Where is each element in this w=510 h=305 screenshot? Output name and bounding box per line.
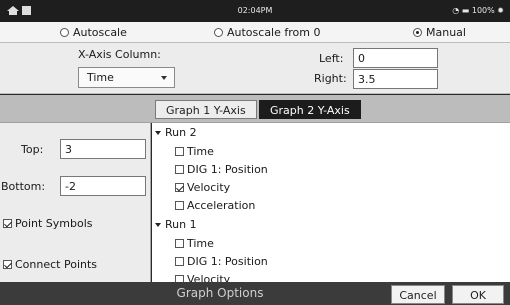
radio-autoscale-from-0[interactable]: Autoscale from 0 xyxy=(214,26,320,39)
checkbox[interactable] xyxy=(175,165,184,174)
run-1-label: Run 1 xyxy=(165,218,197,231)
run-2-time-item[interactable]: Time xyxy=(175,145,214,158)
ok-button[interactable]: OK xyxy=(452,285,504,304)
top-input[interactable]: 3 xyxy=(60,139,146,159)
connect-points-option[interactable]: Connect Points xyxy=(3,258,97,271)
item-label: DIG 1: Position xyxy=(187,163,268,176)
battery-icon: ▬ xyxy=(461,6,470,15)
tab-graph-2-y-axis[interactable]: Graph 2 Y-Axis xyxy=(259,100,361,119)
connect-points-label: Connect Points xyxy=(15,258,98,271)
x-axis-settings: X-Axis Column: Time Left: 0 Right: 3.5 xyxy=(0,43,510,94)
x-axis-column-select[interactable]: Time xyxy=(78,67,175,88)
run-2-velocity-item[interactable]: Velocity xyxy=(175,181,230,194)
point-symbols-checkbox[interactable] xyxy=(3,219,12,228)
tree-run-2[interactable]: Run 2 xyxy=(155,126,197,139)
left-input[interactable]: 0 xyxy=(353,48,438,68)
gear-icon: ✹ xyxy=(497,6,504,15)
y-axis-settings: Top: 3 Bottom: -2 Point Symbols Connect … xyxy=(0,123,151,282)
checkbox[interactable] xyxy=(175,257,184,266)
checkbox[interactable] xyxy=(175,275,184,282)
item-label: Acceleration xyxy=(187,199,256,212)
radio-autoscale-label: Autoscale xyxy=(73,26,127,39)
run-column-tree: Run 2 Time DIG 1: Position Velocity Acce… xyxy=(152,123,510,282)
left-label: Left: xyxy=(319,52,344,65)
checkbox[interactable] xyxy=(175,239,184,248)
checkbox[interactable] xyxy=(175,147,184,156)
radio-autoscale-from-0-label: Autoscale from 0 xyxy=(227,26,321,39)
x-axis-column-label: X-Axis Column: xyxy=(78,48,161,61)
radio-circle[interactable] xyxy=(214,28,223,37)
run-2-position-item[interactable]: DIG 1: Position xyxy=(175,163,268,176)
item-label: Velocity xyxy=(187,273,231,282)
chevron-down-icon xyxy=(161,76,167,80)
x-axis-column-value: Time xyxy=(87,71,114,84)
radio-circle[interactable] xyxy=(60,28,69,37)
tab-graph-1-y-axis[interactable]: Graph 1 Y-Axis xyxy=(155,100,257,119)
radio-manual-label: Manual xyxy=(426,26,466,39)
item-label: Velocity xyxy=(187,181,231,194)
item-label: DIG 1: Position xyxy=(187,255,268,268)
wifi-icon: ◔ xyxy=(452,6,460,15)
item-label: Time xyxy=(187,237,214,250)
battery-status: ◔ ▬ 100% ✹ xyxy=(452,6,504,15)
caret-down-icon[interactable] xyxy=(155,130,161,135)
item-label: Time xyxy=(187,145,214,158)
dialog-title: Graph Options xyxy=(176,286,264,300)
radio-circle-selected[interactable] xyxy=(413,28,422,37)
right-label: Right: xyxy=(314,72,347,85)
bottom-label: Bottom: xyxy=(1,180,46,193)
y-axis-tabs: Graph 1 Y-Axis Graph 2 Y-Axis xyxy=(0,95,510,123)
footer-bar: Graph Options Cancel OK xyxy=(0,282,510,305)
point-symbols-label: Point Symbols xyxy=(15,217,93,230)
right-input[interactable]: 3.5 xyxy=(353,69,438,89)
run-2-label: Run 2 xyxy=(165,126,197,139)
connect-points-checkbox[interactable] xyxy=(3,260,12,269)
clock: 02:04PM xyxy=(237,6,273,15)
run-1-time-item[interactable]: Time xyxy=(175,237,214,250)
bottom-input[interactable]: -2 xyxy=(60,176,146,196)
caret-down-icon[interactable] xyxy=(155,222,161,227)
run-1-velocity-item[interactable]: Velocity xyxy=(175,273,230,282)
run-2-acceleration-item[interactable]: Acceleration xyxy=(175,199,255,212)
point-symbols-option[interactable]: Point Symbols xyxy=(3,217,93,230)
checkbox-checked[interactable] xyxy=(175,183,184,192)
scale-mode-bar: Autoscale Autoscale from 0 Manual xyxy=(0,22,510,43)
tree-run-1[interactable]: Run 1 xyxy=(155,218,197,231)
top-label: Top: xyxy=(21,143,44,156)
checkbox[interactable] xyxy=(175,201,184,210)
status-bar: 02:04PM ◔ ▬ 100% ✹ xyxy=(0,0,510,22)
radio-autoscale[interactable]: Autoscale xyxy=(60,26,127,39)
radio-manual[interactable]: Manual xyxy=(413,26,466,39)
battery-percent: 100% xyxy=(471,6,495,15)
cancel-button[interactable]: Cancel xyxy=(391,285,445,304)
run-1-position-item[interactable]: DIG 1: Position xyxy=(175,255,268,268)
